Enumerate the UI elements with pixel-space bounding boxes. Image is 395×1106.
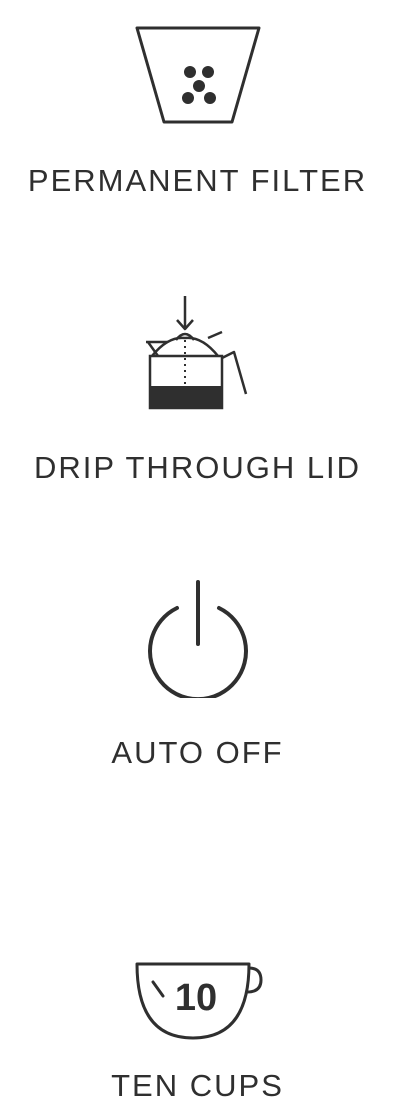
feature-label-drip-through-lid: DRIP THROUGH LID [33, 450, 362, 485]
feature-label-permanent-filter: PERMANENT FILTER [27, 163, 368, 198]
power-icon [0, 578, 395, 698]
feature-label-ten-cups: TEN CUPS [111, 1068, 284, 1103]
filter-basket-icon [0, 24, 395, 126]
feature-label-auto-off: AUTO OFF [111, 735, 284, 770]
carafe-drip-lid-icon [0, 294, 395, 412]
ten-cup-icon: 10 [0, 960, 395, 1042]
cup-number: 10 [174, 977, 216, 1019]
